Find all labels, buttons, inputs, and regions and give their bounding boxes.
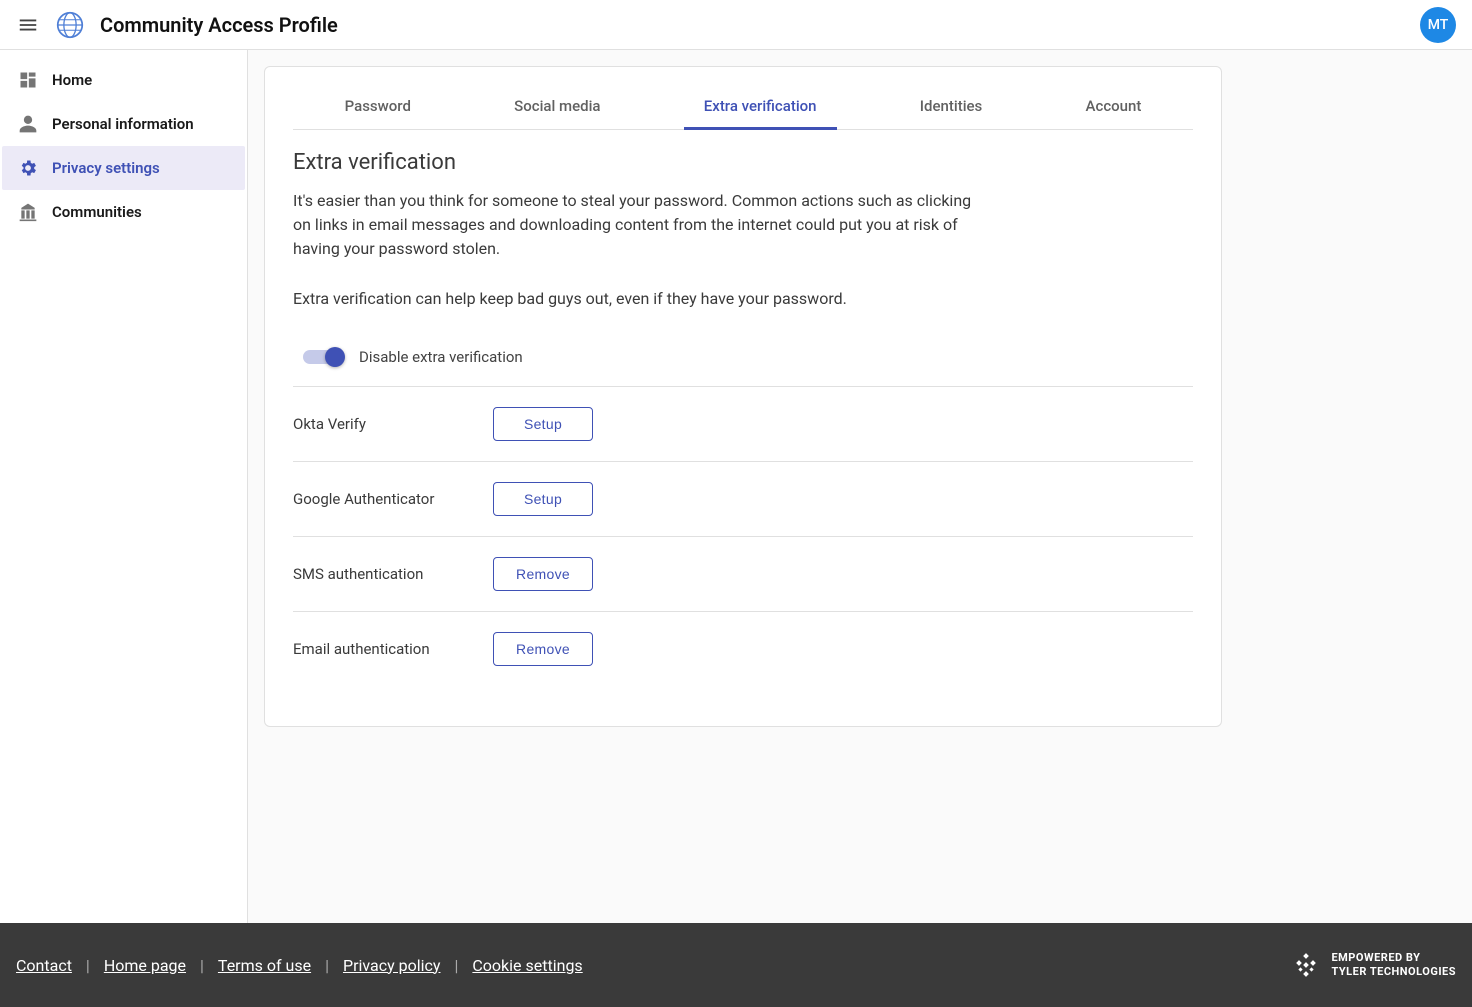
gear-icon	[14, 158, 42, 178]
remove-email-authentication-button[interactable]: Remove	[493, 632, 593, 666]
setup-google-authenticator-button[interactable]: Setup	[493, 482, 593, 516]
factor-list: Okta Verify Setup Google Authenticator S…	[293, 386, 1193, 686]
sidebar-item-communities[interactable]: Communities	[2, 190, 245, 234]
sidebar: Home Personal information Privacy settin…	[0, 50, 248, 923]
footer-link-privacy[interactable]: Privacy policy	[343, 956, 441, 975]
tyler-logo-icon	[1291, 950, 1321, 980]
footer-link-terms[interactable]: Terms of use	[218, 956, 311, 975]
factor-name: Okta Verify	[293, 415, 493, 433]
sidebar-item-label: Privacy settings	[52, 159, 160, 177]
sidebar-item-personal-information[interactable]: Personal information	[2, 102, 245, 146]
disable-verification-switch[interactable]	[303, 348, 343, 366]
separator: |	[325, 956, 329, 975]
remove-sms-authentication-button[interactable]: Remove	[493, 557, 593, 591]
app-logo	[56, 11, 84, 39]
section-description-1: It's easier than you think for someone t…	[293, 189, 973, 261]
factor-name: SMS authentication	[293, 565, 493, 583]
building-icon	[14, 202, 42, 222]
brand-text: EMPOWERED BY TYLER TECHNOLOGIES	[1331, 951, 1456, 979]
factor-email-authentication: Email authentication Remove	[293, 611, 1193, 686]
footer-link-home[interactable]: Home page	[104, 956, 186, 975]
factor-sms-authentication: SMS authentication Remove	[293, 536, 1193, 611]
factor-okta-verify: Okta Verify Setup	[293, 386, 1193, 461]
factor-name: Email authentication	[293, 640, 493, 658]
sidebar-item-privacy-settings[interactable]: Privacy settings	[2, 146, 245, 190]
page-title: Community Access Profile	[100, 13, 338, 37]
brand-line-2: TYLER TECHNOLOGIES	[1331, 965, 1456, 979]
sidebar-item-label: Personal information	[52, 115, 194, 133]
footer-brand: EMPOWERED BY TYLER TECHNOLOGIES	[1291, 950, 1456, 980]
tab-social-media[interactable]: Social media	[494, 83, 620, 129]
main-content: Password Social media Extra verification…	[248, 50, 1472, 923]
sidebar-item-label: Home	[52, 71, 92, 89]
footer-links: Contact | Home page | Terms of use | Pri…	[16, 956, 583, 975]
factor-google-authenticator: Google Authenticator Setup	[293, 461, 1193, 536]
disable-verification-toggle-row: Disable extra verification	[293, 348, 1193, 366]
sidebar-item-label: Communities	[52, 203, 142, 221]
tab-password[interactable]: Password	[325, 83, 431, 129]
section-description-2: Extra verification can help keep bad guy…	[293, 289, 1193, 308]
footer-link-contact[interactable]: Contact	[16, 956, 72, 975]
brand-line-1: EMPOWERED BY	[1331, 951, 1456, 965]
menu-icon	[17, 14, 39, 36]
person-icon	[14, 114, 42, 134]
avatar-initials: MT	[1428, 17, 1449, 33]
topbar: Community Access Profile MT	[0, 0, 1472, 50]
section-title: Extra verification	[293, 150, 1193, 175]
tab-account[interactable]: Account	[1066, 83, 1162, 129]
settings-card: Password Social media Extra verification…	[264, 66, 1222, 727]
separator: |	[200, 956, 204, 975]
separator: |	[86, 956, 90, 975]
factor-name: Google Authenticator	[293, 490, 493, 508]
footer-link-cookie[interactable]: Cookie settings	[472, 956, 582, 975]
tabs: Password Social media Extra verification…	[293, 83, 1193, 130]
tab-identities[interactable]: Identities	[900, 83, 1002, 129]
separator: |	[454, 956, 458, 975]
switch-thumb	[325, 347, 345, 367]
toggle-label: Disable extra verification	[359, 348, 523, 366]
footer: Contact | Home page | Terms of use | Pri…	[0, 923, 1472, 1007]
sidebar-item-home[interactable]: Home	[2, 58, 245, 102]
dashboard-icon	[14, 70, 42, 90]
setup-okta-verify-button[interactable]: Setup	[493, 407, 593, 441]
avatar-button[interactable]: MT	[1420, 7, 1456, 43]
hamburger-menu-button[interactable]	[12, 9, 44, 41]
tab-extra-verification[interactable]: Extra verification	[684, 83, 837, 129]
